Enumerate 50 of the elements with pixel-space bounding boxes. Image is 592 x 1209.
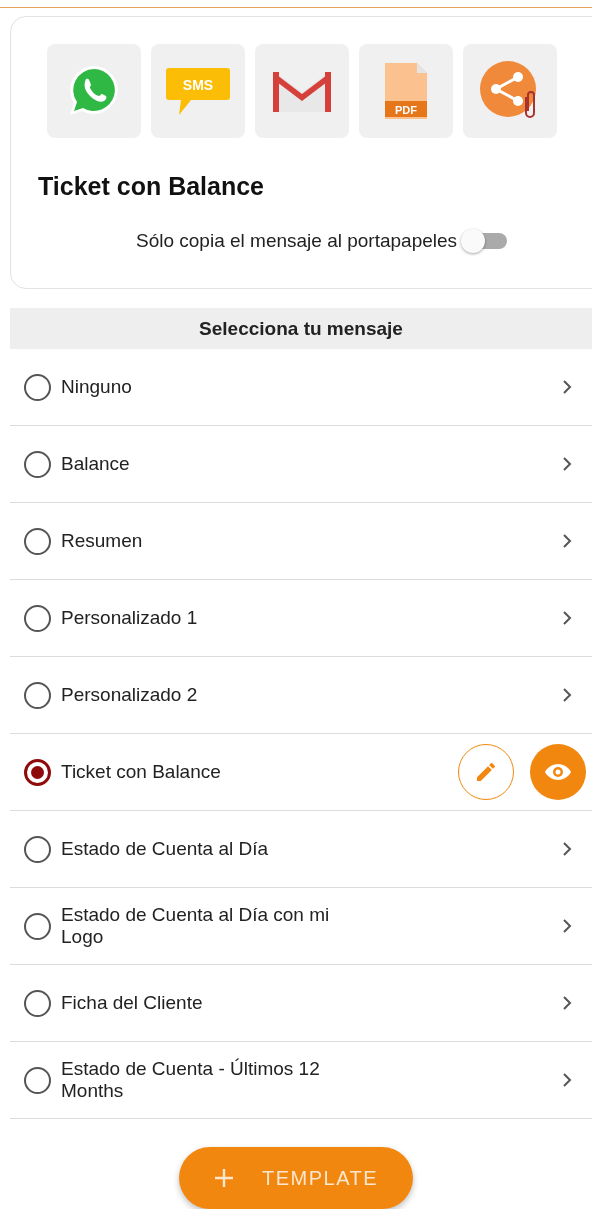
radio-button[interactable] [24, 912, 51, 940]
plus-icon [213, 1168, 234, 1188]
radio-button[interactable] [24, 758, 51, 786]
radio-button[interactable] [24, 681, 51, 709]
message-option[interactable]: Estado de Cuenta al Día con mi Logo [10, 888, 592, 965]
pencil-icon [474, 760, 498, 784]
message-label: Estado de Cuenta al Día [61, 838, 270, 860]
message-label: Balance [61, 453, 131, 475]
message-option[interactable]: Resumen [10, 503, 592, 580]
message-option[interactable]: Personalizado 2 [10, 657, 592, 734]
radio-button[interactable] [24, 989, 51, 1017]
radio-button[interactable] [24, 1066, 51, 1094]
message-label: Personalizado 1 [61, 607, 199, 629]
message-label: Ninguno [61, 376, 133, 398]
message-label: Ticket con Balance [61, 761, 222, 783]
message-option[interactable]: Ninguno [10, 349, 592, 426]
ticket-title: Ticket con Balance [38, 172, 266, 201]
radio-button[interactable] [24, 527, 51, 555]
message-option[interactable]: Ticket con Balance [10, 734, 592, 811]
share-option-button[interactable] [47, 44, 141, 138]
message-option[interactable]: Ficha del Cliente [10, 965, 592, 1042]
message-option[interactable]: Estado de Cuenta - Últimos 12 Months [10, 1042, 592, 1119]
message-label: Personalizado 2 [61, 684, 199, 706]
document-icon: PDF [383, 61, 429, 121]
chevron-right-icon [562, 995, 572, 1011]
share-option-button[interactable] [255, 44, 349, 138]
eye-icon [544, 762, 572, 782]
chevron-right-icon [562, 841, 572, 857]
chevron-right-icon [562, 610, 572, 626]
preview-button[interactable] [530, 744, 586, 800]
message-option[interactable]: Personalizado 1 [10, 580, 592, 657]
chevron-right-icon [562, 918, 572, 934]
edit-button[interactable] [458, 744, 514, 800]
message-option[interactable]: Balance [10, 426, 592, 503]
toggle-label: Sólo copia el mensaje al portapapeles [136, 230, 458, 252]
message-label: Estado de Cuenta al Día con mi Logo [61, 904, 331, 948]
chevron-right-icon [562, 379, 572, 395]
message-label: Resumen [61, 530, 144, 552]
message-label: Ficha del Cliente [61, 992, 204, 1014]
chevron-right-icon [562, 456, 572, 472]
chevron-right-icon [562, 533, 572, 549]
radio-button[interactable] [24, 373, 51, 401]
radio-button[interactable] [24, 450, 51, 478]
section-header: Selecciona tu mensaje [10, 308, 592, 349]
message-option[interactable]: Estado de Cuenta al Día [10, 811, 592, 888]
radio-button[interactable] [24, 604, 51, 632]
message-label: Estado de Cuenta - Últimos 12 Months [61, 1058, 321, 1102]
radio-button[interactable] [24, 835, 51, 863]
chevron-right-icon [562, 1072, 572, 1088]
chevron-right-icon [562, 687, 572, 703]
